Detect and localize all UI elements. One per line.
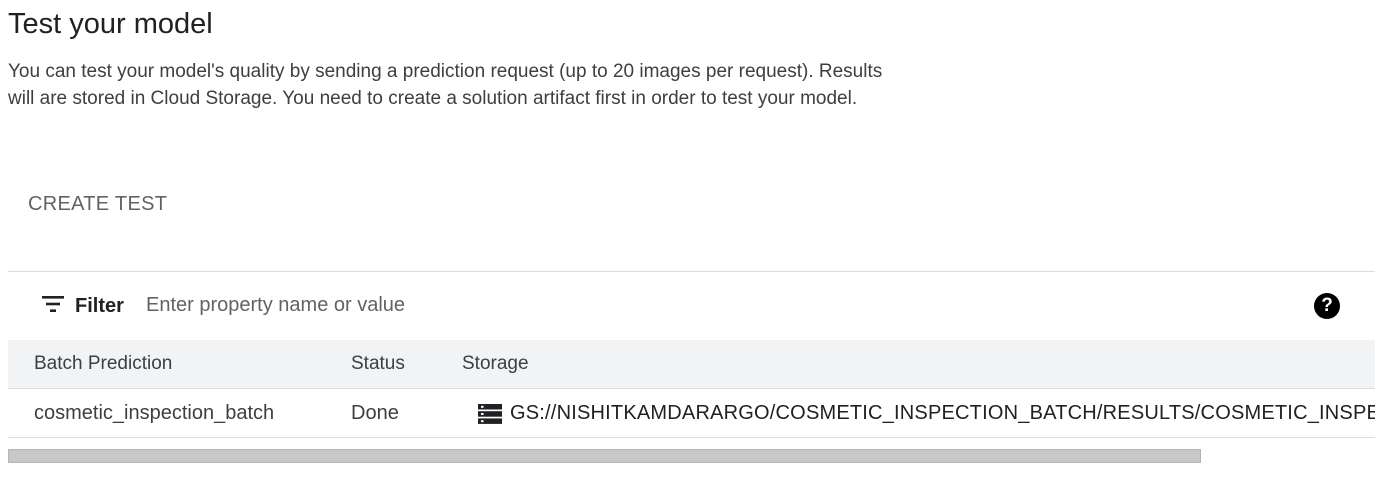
- storage-path-link[interactable]: GS://NISHITKAMDARARGO/COSMETIC_INSPECTIO…: [510, 389, 1375, 437]
- help-icon[interactable]: ?: [1314, 293, 1340, 319]
- page-description: You can test your model's quality by sen…: [8, 61, 883, 109]
- filter-list-icon[interactable]: [42, 295, 64, 313]
- horizontal-scrollbar[interactable]: [8, 449, 1201, 463]
- storage-cell: GS://NISHITKAMDARARGO/COSMETIC_INSPECTIO…: [478, 389, 1375, 437]
- create-test-button[interactable]: CREATE TEST: [14, 184, 181, 224]
- filter-label: Filter: [75, 295, 124, 317]
- batch-prediction-name: cosmetic_inspection_batch: [34, 402, 275, 424]
- page-title: Test your model: [8, 8, 213, 40]
- storage-bucket-icon: [478, 404, 502, 424]
- column-header-batch-prediction[interactable]: Batch Prediction: [34, 340, 172, 388]
- table-header: Batch Prediction Status Storage: [8, 340, 1375, 389]
- batch-prediction-table: Batch Prediction Status Storage cosmetic…: [8, 340, 1375, 438]
- status-value: Done: [351, 402, 399, 424]
- filter-bar: Filter ?: [8, 271, 1375, 340]
- table-row: cosmetic_inspection_batch Done GS://NISH…: [8, 389, 1375, 438]
- filter-input[interactable]: [140, 290, 1052, 320]
- test-model-page: Test your model You can test your model'…: [0, 0, 1400, 486]
- column-header-status[interactable]: Status: [351, 340, 405, 388]
- column-header-storage[interactable]: Storage: [462, 340, 529, 388]
